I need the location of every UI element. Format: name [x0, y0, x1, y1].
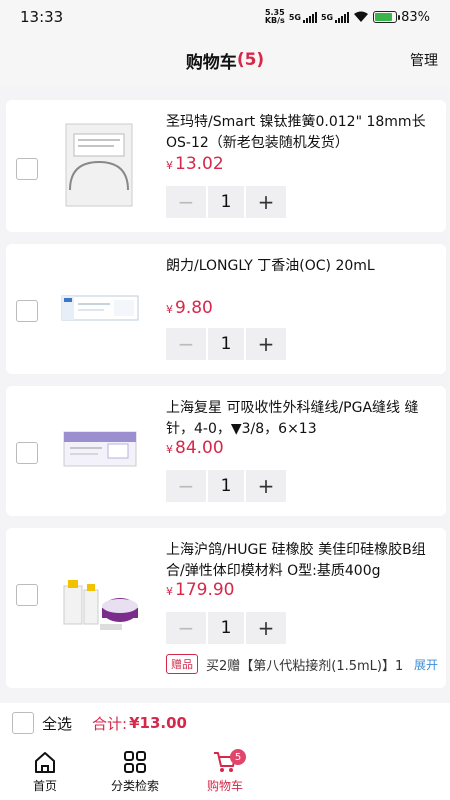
item-checkbox[interactable]	[16, 584, 38, 606]
tab-cart[interactable]: 购物车 5	[180, 743, 270, 800]
cart-item: 圣玛特/Smart 镍钛推簧0.012" 18mm长OS-12（新老包装随机发货…	[6, 100, 446, 232]
network-type-label-2: 5G	[320, 12, 334, 22]
decrease-button[interactable]: −	[166, 328, 206, 360]
status-bar: 13:33 5.35 KB/s 5G 5G 83%	[0, 0, 450, 34]
product-title[interactable]: 上海复星 可吸收性外科缝线/PGA缝线 缝针，4-0，▼3/8，6×13	[166, 398, 436, 440]
battery-icon	[373, 11, 401, 23]
checkout-bar: 全选 合计: ¥13.00	[0, 703, 450, 743]
status-time: 13:33	[20, 8, 64, 26]
increase-button[interactable]: +	[246, 328, 286, 360]
cart-count: (5)	[236, 50, 265, 70]
status-indicators: 5.35 KB/s 5G 5G 83%	[265, 9, 430, 25]
tab-home[interactable]: 首页	[0, 743, 90, 800]
home-icon	[35, 752, 55, 773]
decrease-button[interactable]: −	[166, 186, 206, 218]
item-checkbox[interactable]	[16, 158, 38, 180]
item-checkbox[interactable]	[16, 300, 38, 322]
item-checkbox[interactable]	[16, 442, 38, 464]
quantity-stepper: − 1 +	[166, 612, 286, 644]
page-title: 购物车	[185, 52, 237, 73]
total-value: ¥13.00	[129, 714, 187, 732]
product-image[interactable]	[54, 264, 144, 354]
cart-badge: 5	[230, 749, 246, 765]
increase-button[interactable]: +	[246, 470, 286, 502]
decrease-button[interactable]: −	[166, 470, 206, 502]
wifi-icon	[354, 11, 369, 22]
product-price: ¥179.90	[166, 580, 235, 600]
product-title[interactable]: 朗力/LONGLY 丁香油(OC) 20mL	[166, 256, 436, 277]
product-title[interactable]: 上海沪鸽/HUGE 硅橡胶 美佳印硅橡胶B组合/弹性体印模材料 O型:基质400…	[166, 540, 436, 582]
gift-badge: 赠品	[166, 654, 198, 674]
quantity-stepper: − 1 +	[166, 470, 286, 502]
cart-item: 上海沪鸽/HUGE 硅橡胶 美佳印硅橡胶B组合/弹性体印模材料 O型:基质400…	[6, 528, 446, 688]
tab-label: 购物车	[206, 779, 243, 793]
quantity-value[interactable]: 1	[208, 186, 244, 218]
signal-icon-2	[335, 11, 350, 23]
tab-label: 分类检索	[110, 779, 159, 793]
select-all-checkbox[interactable]	[12, 712, 34, 734]
product-price: ¥9.80	[166, 298, 213, 318]
tab-category[interactable]: 分类检索	[90, 743, 180, 800]
product-image[interactable]	[54, 120, 144, 210]
grid-icon	[124, 751, 146, 773]
quantity-value[interactable]: 1	[208, 612, 244, 644]
total-label: 合计:	[92, 714, 128, 733]
network-type-label: 5G	[288, 12, 301, 22]
product-image[interactable]	[54, 550, 144, 640]
page-header: 购物车 (5) 管理	[0, 34, 450, 86]
increase-button[interactable]: +	[246, 612, 286, 644]
product-price: ¥84.00	[166, 438, 224, 458]
increase-button[interactable]: +	[246, 186, 286, 218]
quantity-stepper: − 1 +	[166, 328, 286, 360]
cart-item: 上海复星 可吸收性外科缝线/PGA缝线 缝针，4-0，▼3/8，6×13 ¥84…	[6, 386, 446, 516]
product-title[interactable]: 圣玛特/Smart 镍钛推簧0.012" 18mm长OS-12（新老包装随机发货…	[166, 112, 436, 154]
cart-item: 朗力/LONGLY 丁香油(OC) 20mL ¥9.80 − 1 +	[6, 244, 446, 374]
quantity-stepper: − 1 +	[166, 186, 286, 218]
select-all-label[interactable]: 全选	[42, 713, 72, 734]
decrease-button[interactable]: −	[166, 612, 206, 644]
gift-text: 买2赠【第八代粘接剂(1.5mL)】1	[206, 658, 404, 674]
product-price: ¥13.02	[166, 154, 224, 174]
tab-label: 首页	[32, 779, 57, 793]
manage-button[interactable]: 管理	[410, 50, 438, 70]
network-speed: 5.35 KB/s	[264, 8, 285, 25]
bottom-tab-bar: 首页 分类检索 购物车 5	[0, 743, 450, 800]
battery-percent: 83%	[401, 9, 430, 25]
quantity-value[interactable]: 1	[208, 328, 244, 360]
expand-link[interactable]: 展开	[414, 656, 438, 673]
gift-row: 赠品 买2赠【第八代粘接剂(1.5mL)】1 展开	[166, 654, 438, 674]
signal-icon	[302, 11, 317, 23]
quantity-value[interactable]: 1	[208, 470, 244, 502]
product-image[interactable]	[54, 406, 144, 496]
